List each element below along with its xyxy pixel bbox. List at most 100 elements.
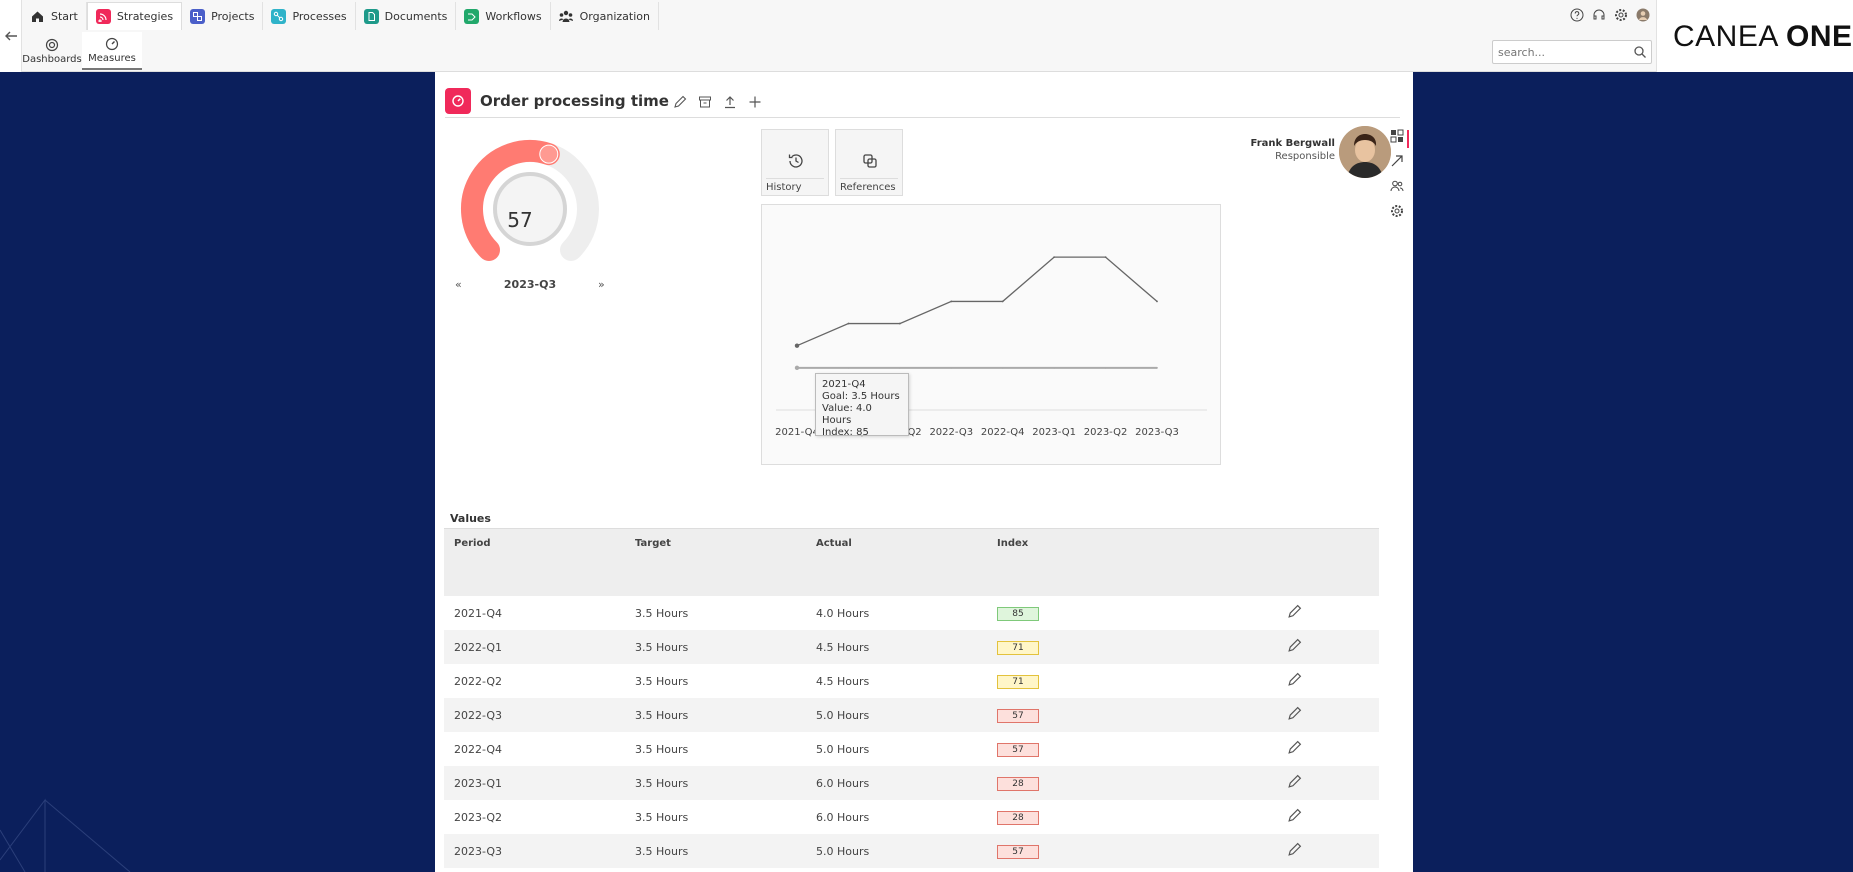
cell-actual: 5.0 Hours xyxy=(816,708,870,722)
column-header-actual[interactable]: Actual xyxy=(806,529,987,596)
previous-period-button[interactable]: « xyxy=(455,278,462,291)
tab-start[interactable]: Start xyxy=(22,2,87,30)
cell-index: 71 xyxy=(987,640,1277,655)
settings-gear-icon[interactable] xyxy=(1389,203,1405,219)
cell-actions xyxy=(1277,706,1377,724)
references-icon xyxy=(863,154,877,168)
tab-label: Workflows xyxy=(485,9,542,23)
table-row[interactable]: 2022-Q4 3.5 Hours 5.0 Hours 57 xyxy=(444,732,1379,766)
tab-label: Organization xyxy=(579,9,650,23)
edit-row-icon[interactable] xyxy=(1287,638,1302,653)
search-input[interactable] xyxy=(1493,41,1623,63)
speedometer-icon xyxy=(105,37,119,50)
history-button[interactable]: History xyxy=(761,129,829,196)
table-row[interactable]: 2023-Q3 3.5 Hours 5.0 Hours 57 xyxy=(444,834,1379,868)
cell-period: 2022-Q3 xyxy=(454,708,503,722)
cell-period: 2022-Q2 xyxy=(454,674,503,688)
x-tick-label: 2023-Q3 xyxy=(1135,427,1179,438)
edit-row-icon[interactable] xyxy=(1287,672,1302,687)
archive-icon[interactable] xyxy=(696,93,713,110)
column-header-index[interactable]: Index xyxy=(987,529,1277,596)
table-row[interactable]: 2021-Q4 3.5 Hours 4.0 Hours 85 xyxy=(444,596,1379,630)
cell-index: 57 xyxy=(987,742,1277,757)
table-header: Period Target Actual Index xyxy=(444,528,1379,596)
help-icon[interactable] xyxy=(1568,6,1585,23)
cell-index: 57 xyxy=(987,708,1277,723)
cell-target: 3.5 Hours xyxy=(635,640,689,654)
values-section-title: Values xyxy=(450,512,491,525)
subtab-measures[interactable]: Measures xyxy=(82,32,142,70)
data-point-value xyxy=(950,300,953,303)
tooltip-line: Value: 4.0 Hours xyxy=(822,403,872,426)
user-avatar-icon[interactable] xyxy=(1634,6,1651,23)
cell-actual: 6.0 Hours xyxy=(816,776,870,790)
cell-actions xyxy=(1277,740,1377,758)
responsible-person: Frank Bergwall Responsible xyxy=(1205,126,1395,182)
export-icon[interactable] xyxy=(721,93,738,110)
edit-row-icon[interactable] xyxy=(1287,842,1302,857)
edit-row-icon[interactable] xyxy=(1287,774,1302,789)
header-actions xyxy=(671,93,763,110)
index-badge: 57 xyxy=(997,844,1039,859)
data-point-goal xyxy=(1001,366,1004,369)
table-row[interactable]: 2022-Q3 3.5 Hours 5.0 Hours 57 xyxy=(444,698,1379,732)
table-row[interactable]: 2022-Q2 3.5 Hours 4.5 Hours 71 xyxy=(444,664,1379,698)
references-button[interactable]: References xyxy=(835,129,903,196)
index-gauge xyxy=(461,140,599,262)
references-label: References xyxy=(840,178,898,193)
users-icon[interactable] xyxy=(1389,178,1405,194)
chart-tooltip: 2021-Q4 Goal: 3.5 Hours Value: 4.0 Hours… xyxy=(815,373,909,438)
data-point-goal xyxy=(950,366,953,369)
tab-label: Strategies xyxy=(116,10,174,23)
data-point-value xyxy=(1001,300,1004,303)
tab-projects[interactable]: Projects xyxy=(182,2,264,30)
edit-icon[interactable] xyxy=(671,93,688,110)
cell-actions xyxy=(1277,638,1377,656)
support-icon[interactable] xyxy=(1590,6,1607,23)
tab-processes[interactable]: Processes xyxy=(263,2,356,30)
edit-row-icon[interactable] xyxy=(1287,604,1302,619)
tab-strategies[interactable]: Strategies xyxy=(86,2,183,30)
dashboard-icon[interactable] xyxy=(1389,128,1405,144)
subtab-dashboards[interactable]: Dashboards xyxy=(22,32,82,70)
gear-icon[interactable] xyxy=(1612,6,1629,23)
edit-row-icon[interactable] xyxy=(1287,706,1302,721)
table-row[interactable]: 2023-Q2 3.5 Hours 6.0 Hours 28 xyxy=(444,800,1379,834)
data-point-value xyxy=(1053,256,1056,259)
cell-period: 2021-Q4 xyxy=(454,606,503,620)
column-header-period[interactable]: Period xyxy=(444,529,625,596)
cell-actual: 4.5 Hours xyxy=(816,674,870,688)
next-period-button[interactable]: » xyxy=(598,278,605,291)
cell-period: 2022-Q1 xyxy=(454,640,503,654)
add-icon[interactable] xyxy=(746,93,763,110)
trend-arrow-icon[interactable] xyxy=(1389,153,1405,169)
cell-actual: 4.0 Hours xyxy=(816,606,870,620)
tooltip-line: Goal: 3.5 Hours xyxy=(822,391,900,402)
series-line-value xyxy=(796,256,1158,347)
edit-row-icon[interactable] xyxy=(1287,740,1302,755)
tab-documents[interactable]: Documents xyxy=(355,2,457,30)
organization-icon xyxy=(559,9,574,24)
subtab-label: Dashboards xyxy=(22,53,82,65)
cell-target: 3.5 Hours xyxy=(635,742,689,756)
x-tick-label: 2022-Q4 xyxy=(981,427,1025,438)
current-period: 2023-Q3 xyxy=(503,278,557,291)
x-tick-label: 2022-Q3 xyxy=(929,427,973,438)
table-row[interactable]: 2023-Q1 3.5 Hours 6.0 Hours 28 xyxy=(444,766,1379,800)
cell-target: 3.5 Hours xyxy=(635,776,689,790)
column-header-target[interactable]: Target xyxy=(625,529,806,596)
table-row[interactable]: 2022-Q1 3.5 Hours 4.5 Hours 71 xyxy=(444,630,1379,664)
x-tick-label: 2021-Q4 xyxy=(775,427,819,438)
tab-organization[interactable]: Organization xyxy=(550,2,659,30)
measure-panel: Order processing time 57 « 2023-Q3 » His… xyxy=(435,72,1413,872)
cell-actual: 6.0 Hours xyxy=(816,810,870,824)
data-point-goal xyxy=(898,366,901,369)
canea-logo: CANEA ONE xyxy=(1673,20,1853,54)
search-icon[interactable] xyxy=(1633,45,1647,59)
measure-header: Order processing time xyxy=(445,86,1400,118)
data-point-goal xyxy=(1104,366,1107,369)
tab-workflows[interactable]: Workflows xyxy=(456,2,551,30)
avatar[interactable] xyxy=(1339,126,1391,178)
back-arrow-icon[interactable] xyxy=(3,28,19,44)
edit-row-icon[interactable] xyxy=(1287,808,1302,823)
